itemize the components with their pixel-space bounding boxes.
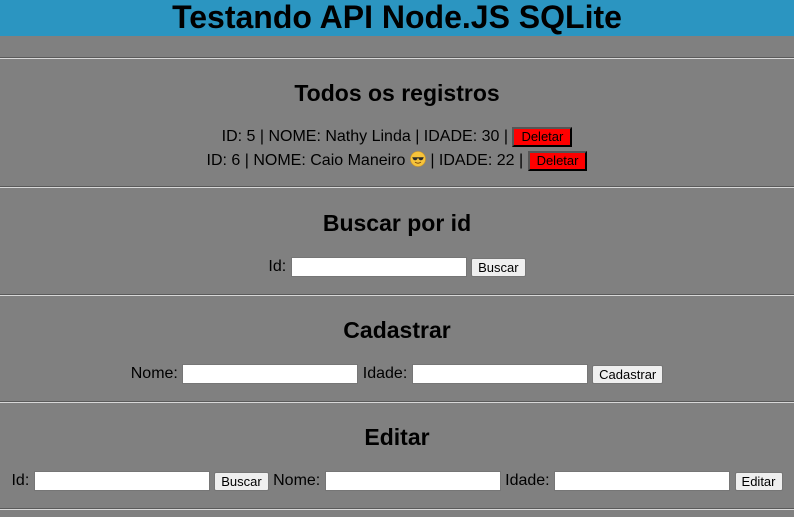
search-by-id-title: Buscar por id: [322, 210, 472, 236]
name-label: Nome:: [273, 472, 321, 489]
register-name-input[interactable]: [182, 364, 359, 384]
divider: [0, 508, 794, 510]
edit-title: Editar: [364, 424, 430, 450]
age-label: Idade:: [362, 365, 408, 382]
divider: [0, 186, 794, 188]
register-button[interactable]: Cadastrar: [592, 364, 664, 384]
divider: [0, 57, 794, 59]
record-text-name: ID: 6 | NOME: Caio Maneiro: [206, 152, 406, 169]
edit-name-input[interactable]: [324, 471, 501, 491]
page-header: Testando API Node.JS SQLite: [0, 0, 794, 36]
record-text: ID: 5 | NOME: Nathy Linda | IDADE: 30 |: [221, 128, 508, 145]
divider: [0, 401, 794, 403]
delete-button[interactable]: Deletar: [512, 127, 573, 147]
edit-age-input[interactable]: [554, 471, 731, 491]
divider: [0, 294, 794, 296]
edit-search-button[interactable]: Buscar: [214, 471, 269, 491]
search-button[interactable]: Buscar: [471, 257, 526, 277]
record-text-age: | IDADE: 22 |: [430, 152, 524, 169]
age-label: Idade:: [505, 472, 550, 489]
delete-button[interactable]: Deletar: [527, 151, 588, 171]
record-row: ID: 5 | NOME: Nathy Linda | IDADE: 30 | …: [0, 127, 794, 147]
search-id-input[interactable]: [290, 257, 467, 277]
record-row: ID: 6 | NOME: Caio Maneiro | IDADE: 22 |…: [0, 151, 794, 171]
id-label: Id:: [11, 472, 30, 489]
edit-button[interactable]: Editar: [734, 471, 783, 491]
register-title: Cadastrar: [343, 317, 451, 343]
name-label: Nome:: [130, 365, 178, 382]
edit-form: Id: Buscar Nome: Idade: Editar: [0, 471, 794, 491]
page-title: Testando API Node.JS SQLite: [172, 0, 622, 35]
all-records-title: Todos os registros: [294, 80, 500, 106]
sunglasses-face-icon: [410, 151, 426, 168]
register-age-input[interactable]: [411, 364, 588, 384]
id-label: Id:: [268, 258, 287, 275]
search-by-id-form: Id: Buscar: [0, 257, 794, 277]
edit-id-input[interactable]: [33, 471, 210, 491]
register-form: Nome: Idade: Cadastrar: [0, 364, 794, 384]
